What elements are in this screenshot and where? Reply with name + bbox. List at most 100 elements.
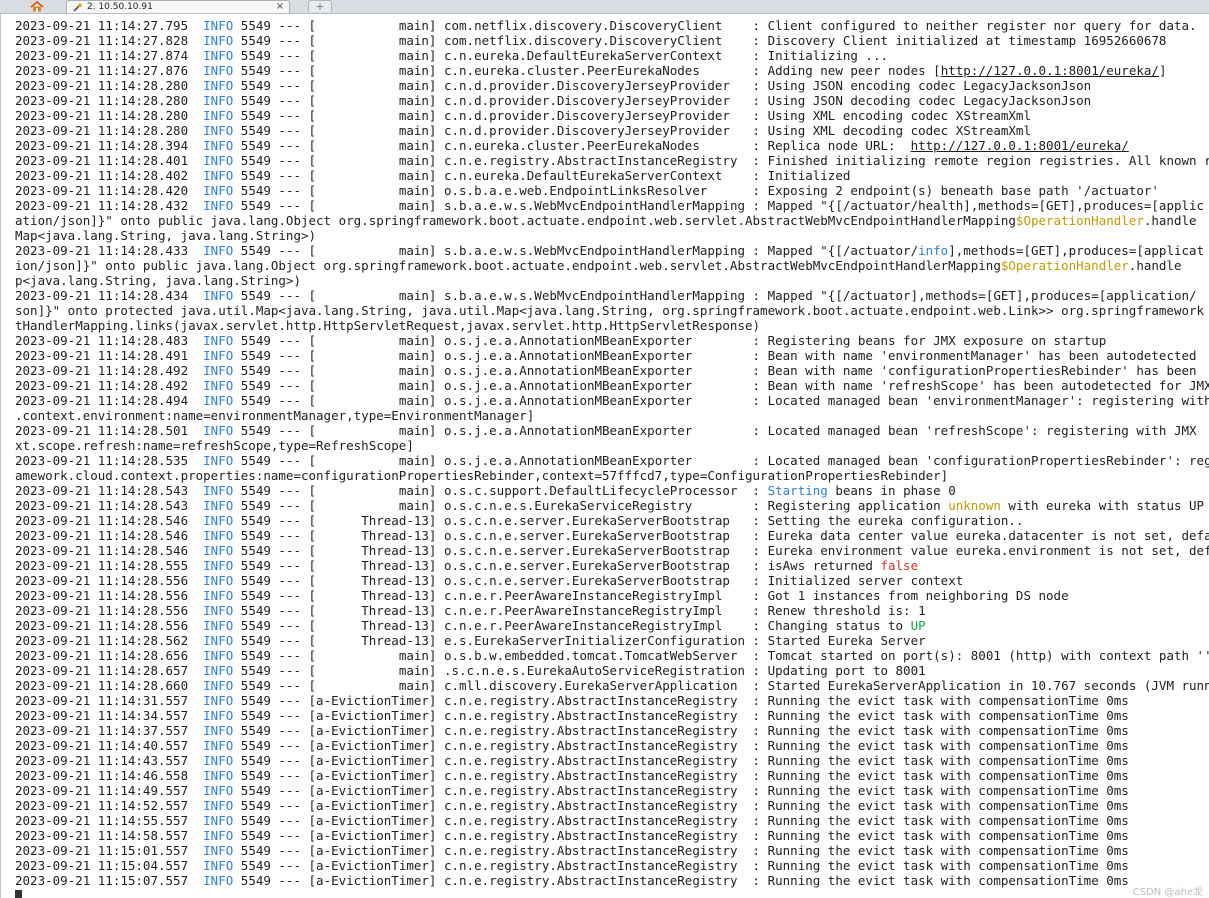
log-text[interactable]: http://127.0.0.1:8001/eureka/ [911, 138, 1129, 153]
log-line: 2023-09-21 11:14:28.280 INFO 5549 --- [ … [15, 78, 1209, 93]
log-line: p<java.lang.String, java.lang.String>) [15, 273, 1209, 288]
log-text: amework.cloud.context.properties:name=co… [15, 468, 949, 483]
log-text: 2023-09-21 11:14:28.494 [15, 393, 204, 408]
log-line: 2023-09-21 11:14:28.494 INFO 5549 --- [ … [15, 393, 1209, 408]
log-text: 2023-09-21 11:14:28.556 [15, 588, 204, 603]
log-line: 2023-09-21 11:15:07.557 INFO 5549 --- [a… [15, 873, 1209, 888]
home-tab[interactable] [18, 0, 56, 13]
log-text: 5549 --- [ Thread-13] c.n.e.r.PeerAwareI… [233, 603, 926, 618]
new-tab-button[interactable]: + [308, 0, 332, 12]
log-text: 5549 --- [ Thread-13] e.s.EurekaServerIn… [233, 633, 926, 648]
log-text: 5549 --- [a-EvictionTimer] c.n.e.registr… [233, 858, 1129, 873]
log-level: INFO [203, 648, 234, 663]
log-text: 5549 --- [ main] c.n.eureka.cluster.Peer… [233, 63, 941, 78]
log-text: 5549 --- [ main] .s.c.n.e.s.EurekaAutoSe… [233, 663, 926, 678]
log-text: 5549 --- [ Thread-13] o.s.c.n.e.server.E… [233, 543, 1209, 558]
log-line: 2023-09-21 11:14:28.434 INFO 5549 --- [ … [15, 288, 1209, 303]
log-line: 2023-09-21 11:14:28.556 INFO 5549 --- [ … [15, 618, 1209, 633]
log-line: 2023-09-21 11:14:37.557 INFO 5549 --- [a… [15, 723, 1209, 738]
log-line: 2023-09-21 11:14:28.546 INFO 5549 --- [ … [15, 543, 1209, 558]
log-text: 2023-09-21 11:14:28.556 [15, 603, 204, 618]
log-level: INFO [203, 678, 234, 693]
log-text: 2023-09-21 11:14:27.876 [15, 63, 204, 78]
terminal-output[interactable]: 2023-09-21 11:14:27.795 INFO 5549 --- [ … [0, 14, 1209, 898]
log-text: 2023-09-21 11:14:28.280 [15, 93, 204, 108]
log-text: 5549 --- [a-EvictionTimer] c.n.e.registr… [233, 798, 1129, 813]
log-text: 2023-09-21 11:14:49.557 [15, 783, 204, 798]
log-line: 2023-09-21 11:14:28.543 INFO 5549 --- [ … [15, 483, 1209, 498]
log-text: 2023-09-21 11:14:55.557 [15, 813, 204, 828]
log-text: 2023-09-21 11:14:28.280 [15, 123, 204, 138]
log-text: 2023-09-21 11:14:28.546 [15, 543, 204, 558]
log-level: INFO [203, 288, 234, 303]
log-line: 2023-09-21 11:14:43.557 INFO 5549 --- [a… [15, 753, 1209, 768]
log-line: 2023-09-21 11:14:27.828 INFO 5549 --- [ … [15, 33, 1209, 48]
log-text: 5549 --- [ main] s.b.a.e.w.s.WebMvcEndpo… [233, 243, 919, 258]
log-text: 5549 --- [ Thread-13] o.s.c.n.e.server.E… [233, 528, 1209, 543]
log-text: 2023-09-21 11:14:37.557 [15, 723, 204, 738]
log-level: INFO [203, 603, 234, 618]
log-line: 2023-09-21 11:14:55.557 INFO 5549 --- [a… [15, 813, 1209, 828]
log-level: INFO [203, 168, 234, 183]
log-level: INFO [203, 783, 234, 798]
log-text: 5549 --- [ main] s.b.a.e.w.s.WebMvcEndpo… [233, 288, 1197, 303]
log-level: INFO [203, 588, 234, 603]
log-text: 2023-09-21 11:14:28.483 [15, 333, 204, 348]
log-text: 5549 --- [ main] c.n.d.provider.Discover… [233, 93, 1092, 108]
log-line: .context.environment:name=environmentMan… [15, 408, 1209, 423]
log-level: INFO [203, 543, 234, 558]
log-text: 2023-09-21 11:14:28.543 [15, 498, 204, 513]
log-text: 5549 --- [ main] c.n.eureka.cluster.Peer… [233, 138, 911, 153]
log-line: 2023-09-21 11:14:28.546 INFO 5549 --- [ … [15, 513, 1209, 528]
terminal-cursor [15, 890, 22, 898]
log-text: unknown [948, 498, 1001, 513]
log-text: 5549 --- [ Thread-13] o.s.c.n.e.server.E… [233, 558, 881, 573]
close-icon[interactable]: × [275, 2, 285, 12]
log-line: 2023-09-21 11:14:28.556 INFO 5549 --- [ … [15, 573, 1209, 588]
log-text: 5549 --- [ Thread-13] c.n.e.r.PeerAwareI… [233, 618, 911, 633]
log-line: 2023-09-21 11:14:28.556 INFO 5549 --- [ … [15, 603, 1209, 618]
log-text: 2023-09-21 11:14:27.874 [15, 48, 204, 63]
log-line: 2023-09-21 11:14:28.535 INFO 5549 --- [ … [15, 453, 1209, 468]
log-text: 2023-09-21 11:14:28.660 [15, 678, 204, 693]
log-line: 2023-09-21 11:14:28.491 INFO 5549 --- [ … [15, 348, 1209, 363]
log-line: amework.cloud.context.properties:name=co… [15, 468, 1209, 483]
log-text: info [918, 243, 949, 258]
log-level: INFO [203, 798, 234, 813]
log-text: 5549 --- [ main] o.s.b.w.embedded.tomcat… [233, 648, 1209, 663]
log-text: 5549 --- [ main] com.netflix.discovery.D… [233, 33, 1167, 48]
log-level: INFO [203, 78, 234, 93]
log-line: 2023-09-21 11:14:49.557 INFO 5549 --- [a… [15, 783, 1209, 798]
log-line: 2023-09-21 11:15:04.557 INFO 5549 --- [a… [15, 858, 1209, 873]
log-text: 5549 --- [a-EvictionTimer] c.n.e.registr… [233, 813, 1129, 828]
log-level: INFO [203, 243, 234, 258]
log-level: INFO [203, 378, 234, 393]
log-text: 2023-09-21 11:14:43.557 [15, 753, 204, 768]
session-tab-title: 2. 10.50.10.91 [87, 2, 153, 12]
log-text: 5549 --- [ main] o.s.j.e.a.AnnotationMBe… [233, 393, 1209, 408]
log-level: INFO [203, 198, 234, 213]
log-text: 2023-09-21 11:14:46.558 [15, 768, 204, 783]
log-line: 2023-09-21 11:14:28.543 INFO 5549 --- [ … [15, 498, 1209, 513]
log-level: INFO [203, 333, 234, 348]
log-text: 2023-09-21 11:14:28.402 [15, 168, 204, 183]
log-text: 2023-09-21 11:14:28.555 [15, 558, 204, 573]
log-text: 5549 --- [ main] c.mll.discovery.EurekaS… [233, 678, 1209, 693]
log-text: 2023-09-21 11:14:28.434 [15, 288, 204, 303]
log-text[interactable]: http://127.0.0.1:8001/eureka/ [941, 63, 1159, 78]
log-level: INFO [203, 183, 234, 198]
log-line: tHandlerMapping.links(javax.servlet.http… [15, 318, 1209, 333]
log-text: 5549 --- [a-EvictionTimer] c.n.e.registr… [233, 843, 1129, 858]
log-level: INFO [203, 393, 234, 408]
log-text: UP [910, 618, 926, 633]
log-text: 2023-09-21 11:14:28.556 [15, 618, 204, 633]
log-text: 2023-09-21 11:14:28.492 [15, 378, 204, 393]
log-line: 2023-09-21 11:14:28.402 INFO 5549 --- [ … [15, 168, 1209, 183]
log-text: 5549 --- [ Thread-13] o.s.c.n.e.server.E… [233, 573, 964, 588]
log-line: 2023-09-21 11:14:28.660 INFO 5549 --- [ … [15, 678, 1209, 693]
log-text: 5549 --- [ main] com.netflix.discovery.D… [233, 18, 1197, 33]
log-line: xt.scope.refresh:name=refreshScope,type=… [15, 438, 1209, 453]
log-line: 2023-09-21 11:14:28.280 INFO 5549 --- [ … [15, 93, 1209, 108]
session-tab[interactable]: 2. 10.50.10.91 × [66, 0, 290, 13]
log-level: INFO [203, 768, 234, 783]
